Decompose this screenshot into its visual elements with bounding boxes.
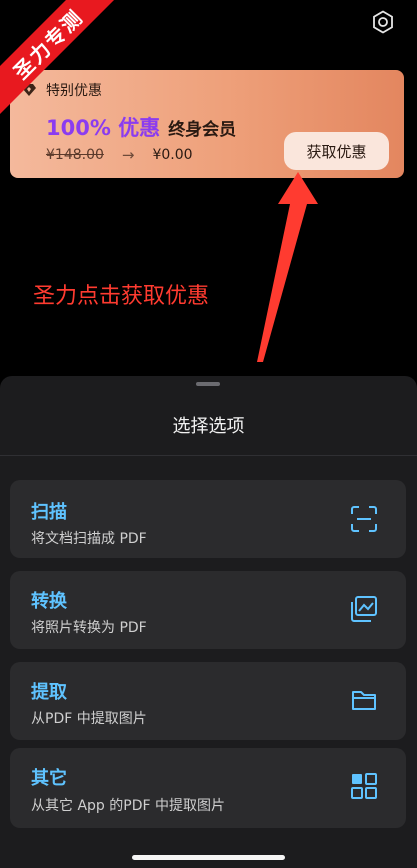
- option-title: 其它: [31, 768, 67, 789]
- promo-banner: 特别优惠 100% 优惠 终身会员 ¥148.00 → ¥0.00 获取优惠: [10, 70, 404, 178]
- scan-icon: [351, 506, 377, 532]
- grid-icon: [351, 773, 377, 799]
- price-row: ¥148.00 → ¥0.00: [46, 146, 193, 164]
- home-indicator[interactable]: [132, 855, 285, 860]
- promo-discount: 100% 优惠: [46, 116, 161, 140]
- gear-icon[interactable]: [371, 10, 395, 34]
- old-price: ¥148.00: [46, 147, 104, 163]
- get-offer-button[interactable]: 获取优惠: [284, 132, 389, 170]
- option-desc: 从其它 App 的PDF 中提取图片: [31, 798, 225, 814]
- sheet-divider: [0, 455, 417, 456]
- option-desc: 从PDF 中提取图片: [31, 711, 147, 727]
- promo-title: 100% 优惠 终身会员: [46, 112, 236, 142]
- sheet-title: 选择选项: [172, 416, 245, 437]
- option-title: 扫描: [31, 502, 67, 523]
- option-scan[interactable]: 扫描 将文档扫描成 PDF: [10, 480, 406, 558]
- option-other[interactable]: 其它 从其它 App 的PDF 中提取图片: [10, 748, 406, 828]
- new-price: ¥0.00: [152, 147, 193, 163]
- promo-heading: 特别优惠: [22, 80, 102, 100]
- annotation-text: 圣力点击获取优惠: [33, 284, 210, 309]
- promo-heading-text: 特别优惠: [46, 83, 102, 99]
- option-convert[interactable]: 转换 将照片转换为 PDF: [10, 571, 406, 649]
- sheet-grabber[interactable]: [196, 382, 220, 386]
- arrow-right-icon: →: [121, 146, 135, 164]
- options-sheet: 选择选项 扫描 将文档扫描成 PDF 转换 将照片转换为 PDF 提取 从PDF…: [0, 376, 417, 868]
- folder-icon: [352, 691, 376, 710]
- option-title: 转换: [31, 591, 67, 612]
- option-desc: 将文档扫描成 PDF: [31, 531, 147, 547]
- promo-plan: 终身会员: [168, 120, 237, 140]
- option-extract[interactable]: 提取 从PDF 中提取图片: [10, 662, 406, 740]
- option-title: 提取: [31, 682, 67, 703]
- option-desc: 将照片转换为 PDF: [31, 620, 147, 636]
- image-convert-icon: [351, 596, 377, 622]
